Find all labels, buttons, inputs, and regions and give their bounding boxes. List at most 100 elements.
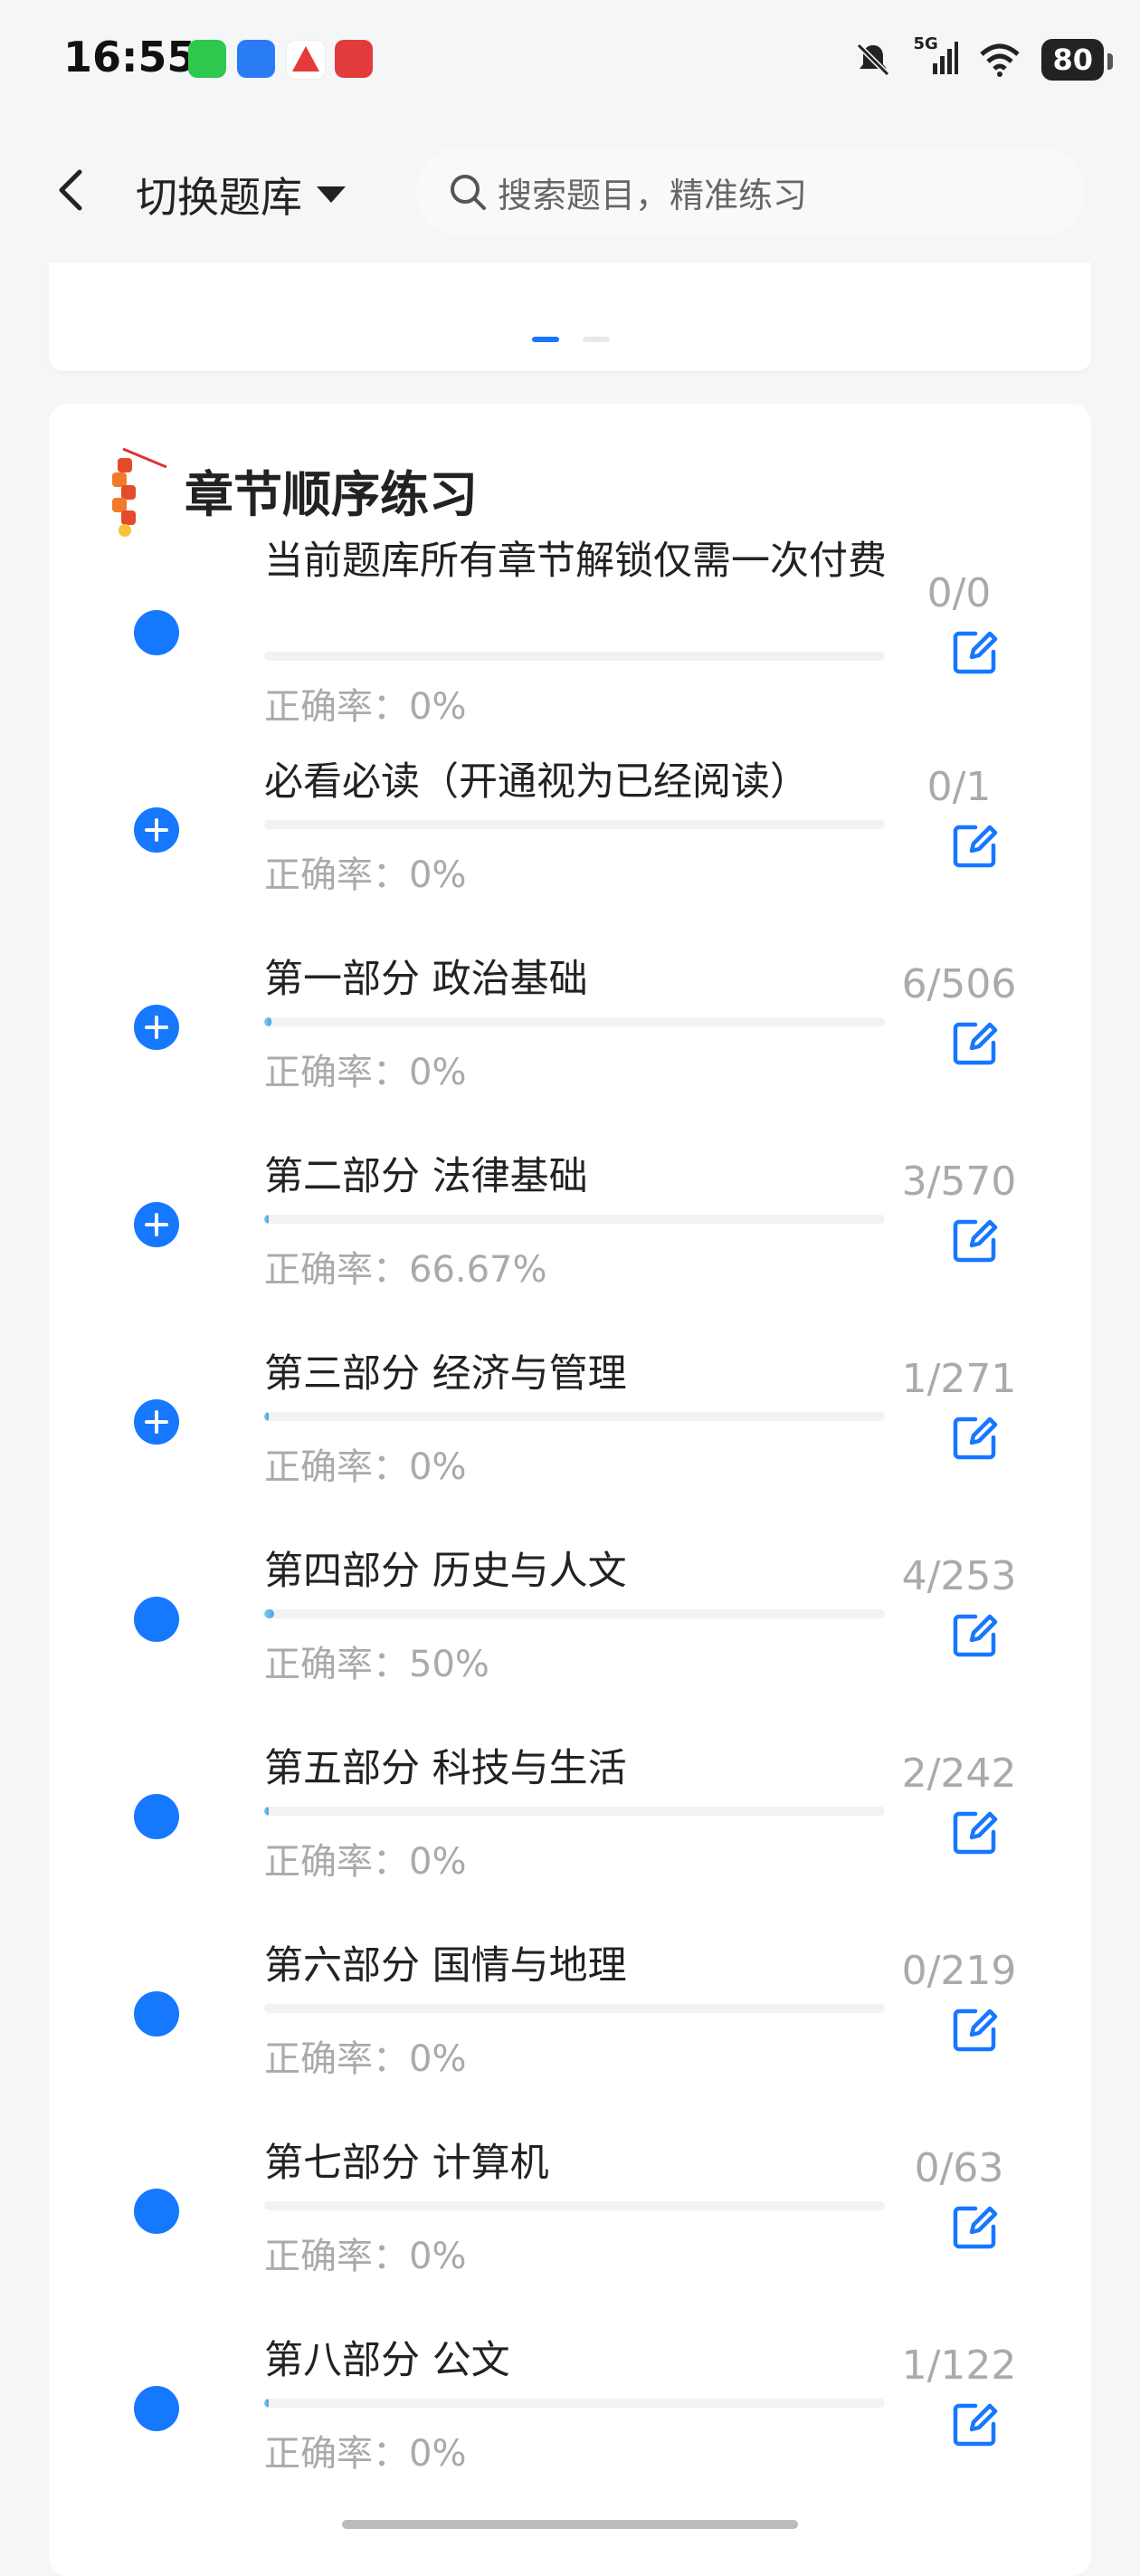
- home-indicator[interactable]: [342, 2520, 798, 2529]
- progress-count: 0/0: [926, 570, 992, 616]
- chapter-dot-icon: [134, 2189, 179, 2234]
- chapter-title: 第三部分 经济与管理: [264, 1351, 627, 1397]
- chapter-row[interactable]: 第一部分 政治基础正确率：0% 6/506: [49, 956, 1091, 1146]
- section-header: 章节顺序练习: [100, 440, 478, 539]
- chapter-row[interactable]: 第七部分 计算机正确率：0% 0/63: [49, 2140, 1091, 2330]
- accuracy-text: 正确率：0%: [264, 854, 467, 896]
- progress-count: 4/253: [901, 1553, 1017, 1599]
- chapter-title: 第七部分 计算机: [264, 2141, 549, 2186]
- accuracy-text: 正确率：0%: [264, 686, 467, 728]
- progress-count: 1/271: [901, 1356, 1017, 1402]
- accuracy-text: 正确率：66.67%: [264, 1249, 547, 1291]
- accuracy-text: 正确率：0%: [264, 1841, 467, 1883]
- progress-fill: [264, 2399, 270, 2408]
- progress-fill: [264, 1609, 274, 1618]
- search-input[interactable]: 搜索题目，精准练习: [416, 147, 1086, 237]
- progress-bar: [264, 820, 885, 829]
- progress-count: 0/1: [926, 764, 992, 810]
- progress-fill: [264, 1412, 270, 1421]
- pager-dot-active: [532, 337, 559, 342]
- back-icon[interactable]: [45, 163, 100, 217]
- wechat-icon: [188, 40, 226, 78]
- accuracy-text: 正确率：0%: [264, 2433, 467, 2475]
- accuracy-text: 正确率：0%: [264, 2038, 467, 2080]
- status-bar: 16:55 5G 80: [0, 0, 1140, 127]
- expand-plus-icon[interactable]: [134, 807, 179, 853]
- top-header: 切换题库 搜索题目，精准练习: [0, 127, 1140, 262]
- progress-count: 3/570: [901, 1159, 1017, 1205]
- chapter-row[interactable]: 当前题库所有章节解锁仅需一次付费 正确率：0% 0/0: [49, 538, 1091, 728]
- app-shield-icon: [237, 40, 275, 78]
- expand-plus-icon[interactable]: [134, 1399, 179, 1445]
- firecracker-icon: [112, 447, 167, 537]
- chapter-dot-icon: [134, 1991, 179, 2037]
- chapter-dot-icon: [134, 1597, 179, 1642]
- edit-practice-icon[interactable]: [948, 1410, 1002, 1465]
- chapter-title: 第八部分 公文: [264, 2338, 510, 2383]
- app-red-icon: [286, 40, 326, 80]
- progress-bar: [264, 652, 885, 661]
- edit-practice-icon[interactable]: [948, 1608, 1002, 1662]
- chapter-title: 必看必读（开通视为已经阅读）: [264, 759, 809, 805]
- progress-count: 0/219: [901, 1948, 1017, 1994]
- switch-bank-button[interactable]: 切换题库: [136, 165, 346, 224]
- progress-bar: [264, 2399, 885, 2408]
- progress-fill: [264, 1215, 270, 1224]
- pager-dot: [583, 337, 610, 342]
- switch-bank-label: 切换题库: [136, 173, 302, 222]
- expand-plus-icon[interactable]: [134, 1005, 179, 1050]
- chapter-title: 第五部分 科技与生活: [264, 1746, 627, 1791]
- expand-plus-icon[interactable]: [134, 1202, 179, 1247]
- chapter-title: 当前题库所有章节解锁仅需一次付费: [264, 539, 887, 584]
- chapter-title: 第一部分 政治基础: [264, 957, 588, 1002]
- caret-down-icon: [317, 186, 346, 203]
- progress-bar: [264, 2201, 885, 2210]
- progress-count: 2/242: [901, 1751, 1017, 1797]
- status-indicators: 5G 80: [853, 33, 1113, 87]
- status-time: 16:55: [63, 33, 196, 81]
- chapter-row[interactable]: 第八部分 公文 正确率：0% 1/122: [49, 2337, 1091, 2527]
- progress-bar: [264, 1807, 885, 1816]
- edit-practice-icon[interactable]: [948, 818, 1002, 873]
- progress-count: 1/122: [901, 2342, 1017, 2389]
- edit-practice-icon[interactable]: [948, 2397, 1002, 2451]
- app-pattern-icon: [335, 40, 373, 78]
- chapter-dot-icon: [134, 1794, 179, 1839]
- chapter-dot-icon: [134, 610, 179, 655]
- chapter-row[interactable]: 第五部分 科技与生活 正确率：0% 2/242: [49, 1745, 1091, 1935]
- chapter-row[interactable]: 必看必读（开通视为已经阅读） 正确率：0% 0/1: [49, 758, 1091, 949]
- accuracy-text: 正确率：0%: [264, 1446, 467, 1488]
- progress-fill: [264, 1017, 272, 1026]
- progress-count: 6/506: [901, 961, 1017, 1007]
- chapter-title: 第二部分 法律基础: [264, 1154, 588, 1199]
- progress-bar: [264, 1017, 885, 1026]
- section-title: 章节顺序练习: [185, 465, 478, 523]
- accuracy-text: 正确率：50%: [264, 1644, 489, 1685]
- edit-practice-icon[interactable]: [948, 2002, 1002, 2056]
- chapter-row[interactable]: 第四部分 历史与人文 正确率：50% 4/253: [49, 1548, 1091, 1738]
- progress-fill: [264, 1807, 270, 1816]
- chapter-row[interactable]: 第六部分 国情与地理正确率：0% 0/219: [49, 1942, 1091, 2132]
- signal-icon: 5G: [913, 34, 959, 80]
- battery-indicator: 80: [1041, 39, 1113, 81]
- accuracy-text: 正确率：0%: [264, 1052, 467, 1093]
- progress-bar: [264, 1609, 885, 1618]
- accuracy-text: 正确率：0%: [264, 2236, 467, 2277]
- banner-card: [49, 262, 1091, 371]
- progress-bar: [264, 2004, 885, 2013]
- edit-practice-icon[interactable]: [948, 2199, 1002, 2254]
- wifi-icon: [980, 43, 1021, 77]
- edit-practice-icon[interactable]: [948, 625, 1002, 679]
- edit-practice-icon[interactable]: [948, 1213, 1002, 1267]
- progress-bar: [264, 1412, 885, 1421]
- search-icon: [451, 175, 486, 210]
- chapter-row[interactable]: 第二部分 法律基础 正确率：66.67% 3/570: [49, 1153, 1091, 1343]
- progress-count: 0/63: [914, 2145, 1004, 2191]
- chapter-row[interactable]: 第三部分 经济与管理正确率：0% 1/271: [49, 1350, 1091, 1541]
- edit-practice-icon[interactable]: [948, 1805, 1002, 1859]
- bell-muted-icon: [857, 43, 890, 77]
- chapter-title: 第六部分 国情与地理: [264, 1943, 627, 1989]
- search-placeholder: 搜索题目，精准练习: [498, 175, 808, 215]
- chapter-dot-icon: [134, 2386, 179, 2431]
- edit-practice-icon[interactable]: [948, 1016, 1002, 1070]
